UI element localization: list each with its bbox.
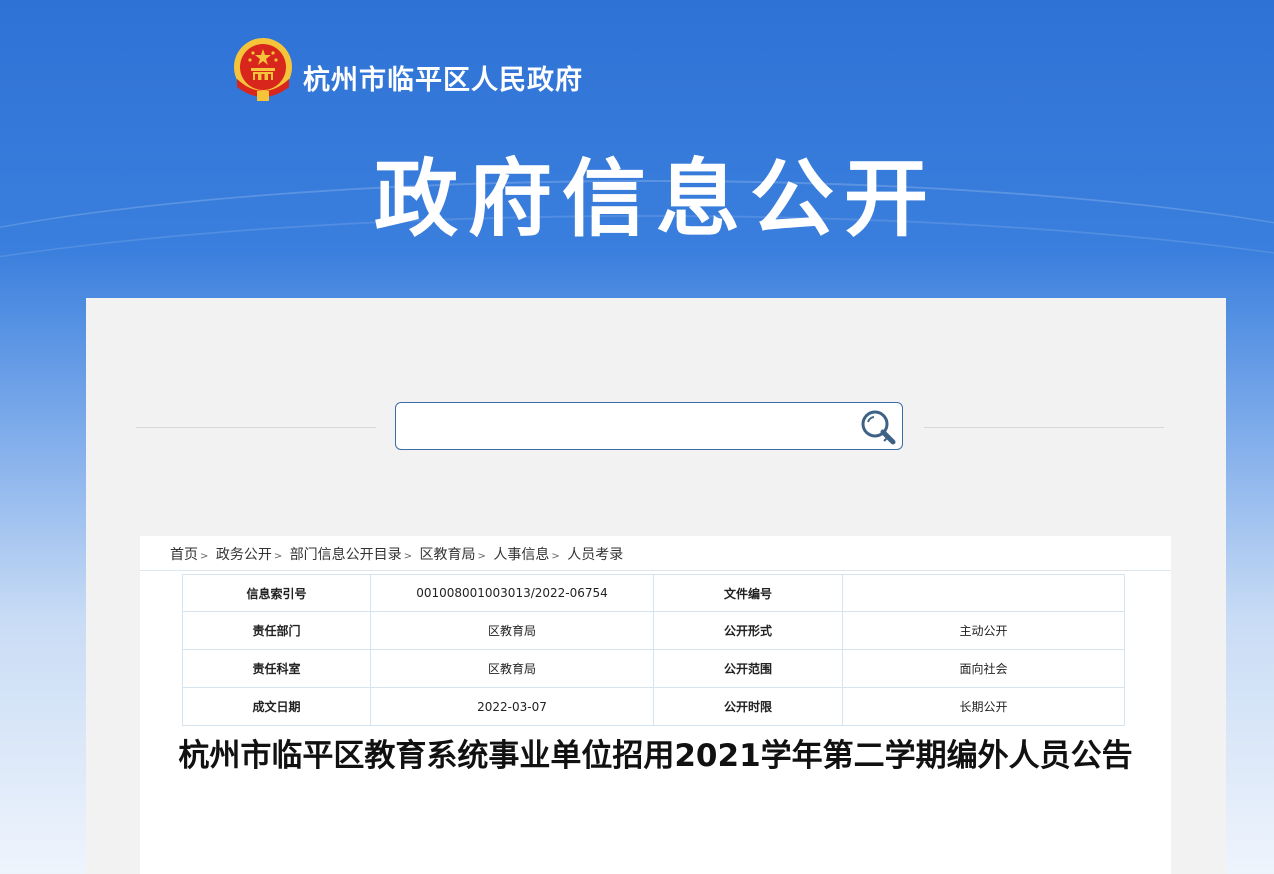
article-container: 首页 > 政务公开 > 部门信息公开目录 > 区教育局 > 人事信息 > 人员考录 信息索… (140, 536, 1171, 874)
breadcrumb-gov-affairs[interactable]: 政务公开 (216, 547, 272, 563)
article-title: 杭州市临平区教育系统事业单位招用2021学年第二学期编外人员公告 (178, 738, 1133, 774)
meta-value-disclosure-period: 长期公开 (843, 688, 1125, 726)
search-divider-left (136, 427, 376, 428)
table-row: 信息索引号 001008001003013/2022-06754 文件编号 (182, 574, 1125, 612)
search-box (395, 402, 903, 450)
breadcrumb-personnel-info[interactable]: 人事信息 (493, 547, 549, 563)
meta-value-disclosure-scope: 面向社会 (843, 650, 1125, 688)
meta-label-doc-number: 文件编号 (654, 574, 843, 612)
breadcrumb-separator-icon: > (200, 551, 209, 562)
meta-label-department: 责任部门 (182, 612, 371, 650)
meta-label-office: 责任科室 (182, 650, 371, 688)
breadcrumb-divider (140, 570, 1171, 571)
magnifier-icon[interactable] (858, 408, 898, 446)
meta-value-department: 区教育局 (371, 612, 654, 650)
breadcrumb-home[interactable]: 首页 (170, 547, 198, 563)
breadcrumb-separator-icon: > (273, 551, 283, 562)
meta-value-office: 区教育局 (371, 650, 654, 688)
search-divider-right (924, 427, 1164, 428)
breadcrumb-dept-catalog[interactable]: 部门信息公开目录 (290, 547, 402, 563)
meta-label-disclosure-form: 公开形式 (654, 612, 843, 650)
breadcrumb-separator-icon: > (403, 551, 413, 562)
meta-value-index: 001008001003013/2022-06754 (371, 574, 654, 612)
table-row: 成文日期 2022-03-07 公开时限 长期公开 (182, 688, 1125, 726)
table-row: 责任科室 区教育局 公开范围 面向社会 (182, 650, 1125, 688)
meta-value-date: 2022-03-07 (371, 688, 654, 726)
main-panel: 首页 > 政务公开 > 部门信息公开目录 > 区教育局 > 人事信息 > 人员考录 信息索… (86, 298, 1226, 874)
breadcrumb-separator-icon: > (551, 551, 560, 562)
meta-label-index: 信息索引号 (182, 574, 371, 612)
meta-value-disclosure-form: 主动公开 (843, 612, 1125, 650)
banner-title: 政府信息公开 (373, 150, 938, 248)
national-emblem-icon[interactable] (231, 37, 295, 103)
site-name[interactable]: 杭州市临平区人民政府 (303, 58, 583, 97)
meta-label-disclosure-period: 公开时限 (654, 688, 843, 726)
breadcrumb: 首页 > 政务公开 > 部门信息公开目录 > 区教育局 > 人事信息 > 人员考录 (170, 544, 623, 564)
search-input[interactable] (406, 411, 850, 443)
table-row: 责任部门 区教育局 公开形式 主动公开 (182, 612, 1125, 650)
meta-label-disclosure-scope: 公开范围 (654, 650, 843, 688)
site-header: 杭州市临平区人民政府 政府信息公开 (0, 0, 1274, 300)
breadcrumb-education-bureau[interactable]: 区教育局 (420, 547, 476, 563)
breadcrumb-recruitment[interactable]: 人员考录 (567, 547, 623, 563)
meta-label-date: 成文日期 (182, 688, 371, 726)
meta-value-doc-number (843, 574, 1125, 612)
breadcrumb-separator-icon: > (477, 551, 486, 562)
info-meta-table: 信息索引号 001008001003013/2022-06754 文件编号 责任… (182, 574, 1125, 726)
